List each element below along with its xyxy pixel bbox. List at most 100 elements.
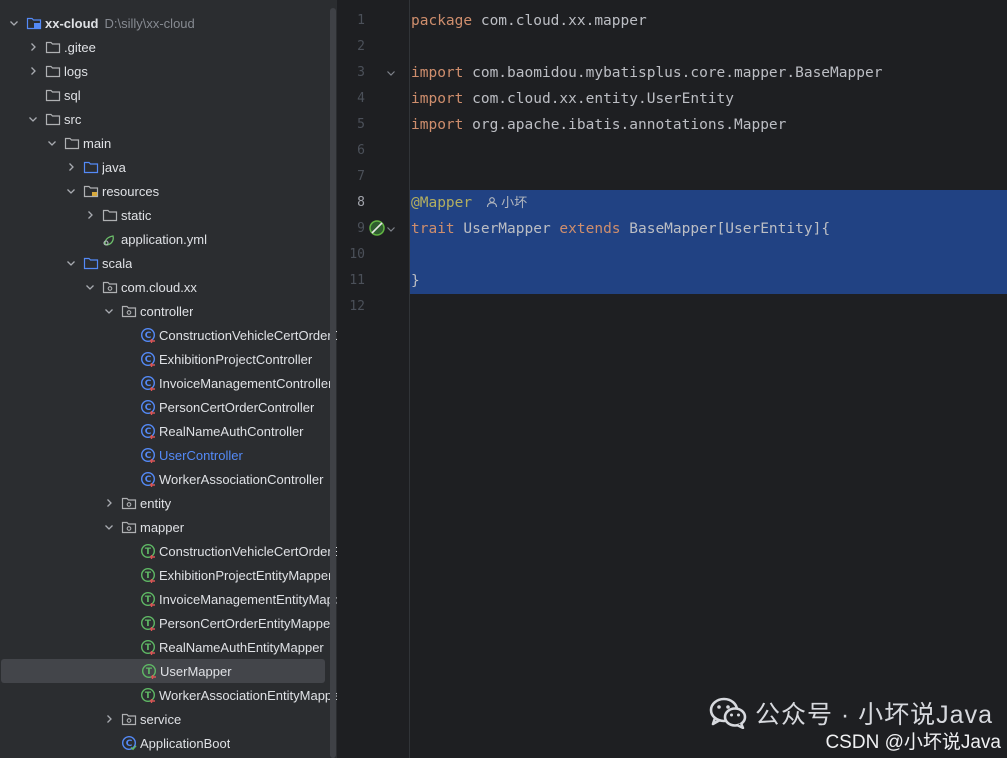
package-icon (121, 519, 137, 535)
tree-file-item[interactable]: application.yml (0, 227, 337, 251)
scala-trait-icon: T (140, 567, 156, 583)
line-number: 5 (357, 117, 365, 132)
chevron-right-icon[interactable] (27, 65, 39, 77)
tree-file-item[interactable]: C ConstructionVehicleCertOrderCo (0, 323, 337, 347)
code-line[interactable]: import org.apache.ibatis.annotations.Map… (410, 112, 786, 138)
folder-icon (45, 63, 61, 79)
tree-folder-item[interactable]: sql (0, 83, 337, 107)
chevron-right-icon[interactable] (84, 209, 96, 221)
tree-file-item[interactable]: T PersonCertOrderEntityMapper (0, 611, 337, 635)
line-number: 6 (357, 143, 365, 158)
chevron-down-icon[interactable] (103, 305, 115, 317)
svg-text:C: C (145, 355, 152, 365)
chevron-down-icon[interactable] (84, 281, 96, 293)
tree-folder-item[interactable]: logs (0, 59, 337, 83)
code-line[interactable] (410, 138, 411, 164)
tree-item-label: scala (102, 255, 133, 271)
tree-folder-item[interactable]: .gitee (0, 35, 337, 59)
source-folder-icon (83, 159, 99, 175)
keyword-token: import (411, 91, 464, 107)
tree-file-item[interactable]: C InvoiceManagementController (0, 371, 337, 395)
chevron-right-icon[interactable] (103, 713, 115, 725)
mybatis-mapper-gutter-icon[interactable] (368, 219, 386, 237)
tree-scrollbar[interactable] (329, 0, 337, 758)
tree-file-item[interactable]: C UserController (0, 443, 337, 467)
chevron-down-icon[interactable] (65, 257, 77, 269)
tree-item-label: static (121, 207, 152, 223)
code-line[interactable] (410, 164, 411, 190)
scala-class-icon: C (140, 423, 156, 439)
line-number: 3 (357, 65, 365, 80)
tree-file-item[interactable]: C ApplicationBoot (0, 731, 337, 755)
svg-text:C: C (145, 403, 152, 413)
tree-folder-item[interactable]: entity (0, 491, 337, 515)
tree-file-item[interactable]: C WorkerAssociationController (0, 467, 337, 491)
chevron-right-icon[interactable] (65, 161, 77, 173)
tree-file-item[interactable]: T WorkerAssociationEntityMappe (0, 683, 337, 707)
resources-folder-icon (83, 183, 99, 199)
chevron-right-icon[interactable] (27, 41, 39, 53)
chevron-down-icon[interactable] (8, 17, 20, 29)
tree-folder-item[interactable]: java (0, 155, 337, 179)
keyword-token: package (411, 13, 473, 29)
tree-file-item[interactable]: T RealNameAuthEntityMapper (0, 635, 337, 659)
tree-folder-item[interactable]: src (0, 107, 337, 131)
tree-file-item[interactable]: C ExhibitionProjectController (0, 347, 337, 371)
fold-chevron-icon[interactable] (385, 223, 397, 235)
scrollbar-thumb[interactable] (330, 8, 336, 758)
watermark: 公众号 · 小坏说Java (709, 695, 993, 731)
keyword-token: trait (411, 221, 455, 237)
tree-folder-item[interactable]: scala (0, 251, 337, 275)
tree-folder-item[interactable]: resources (0, 179, 337, 203)
chevron-down-icon[interactable] (46, 137, 58, 149)
code-line[interactable]: @Mapper 小坏 (410, 190, 527, 216)
wechat-icon (709, 697, 747, 729)
tree-item-label: WorkerAssociationController (159, 471, 324, 487)
tree-file-item[interactable]: T ConstructionVehicleCertOrderEn (0, 539, 337, 563)
tree-item-label: PersonCertOrderEntityMapper (159, 615, 335, 631)
tree-folder-item[interactable]: service (0, 707, 337, 731)
tree-file-item[interactable]: C PersonCertOrderController (0, 395, 337, 419)
tree-folder-item[interactable]: com.cloud.xx (0, 275, 337, 299)
tree-item-label: UserMapper (160, 663, 232, 679)
chevron-down-icon[interactable] (27, 113, 39, 125)
folder-icon (45, 87, 61, 103)
code-line[interactable] (410, 294, 411, 320)
folder-icon (45, 39, 61, 55)
tree-item-label: ApplicationBoot (140, 735, 231, 751)
tree-folder-item[interactable]: controller (0, 299, 337, 323)
package-icon (102, 279, 118, 295)
code-line[interactable]: package com.cloud.xx.mapper (410, 8, 647, 34)
tree-folder-item[interactable]: static (0, 203, 337, 227)
code-token: UserMapper (454, 221, 560, 237)
tree-item-label: mapper (140, 519, 185, 535)
tree-folder-item[interactable]: main (0, 131, 337, 155)
tree-file-item[interactable]: C RealNameAuthController (0, 419, 337, 443)
scala-trait-icon: T (140, 543, 156, 559)
tree-folder-item[interactable]: xx-cloud D:\silly\xx-cloud (0, 11, 337, 35)
line-number: 4 (357, 91, 365, 106)
code-line[interactable]: import com.cloud.xx.entity.UserEntity (410, 86, 734, 112)
code-line[interactable]: trait UserMapper extends BaseMapper[User… (410, 216, 830, 242)
folder-icon (102, 207, 118, 223)
code-line[interactable] (410, 242, 411, 268)
project-tree-panel: xx-cloud D:\silly\xx-cloud .gitee logs sql sr… (0, 0, 337, 758)
tree-file-item[interactable]: T UserMapper (1, 659, 325, 683)
code-line[interactable]: import com.baomidou.mybatisplus.core.map… (410, 60, 882, 86)
code-line[interactable] (410, 34, 411, 60)
line-number: 10 (349, 247, 365, 262)
chevron-down-icon[interactable] (65, 185, 77, 197)
svg-text:C: C (145, 427, 152, 437)
tree-item-label: xx-cloud (45, 15, 99, 31)
keyword-token: import (411, 117, 464, 133)
fold-chevron-icon[interactable] (385, 67, 397, 79)
tree-file-item[interactable]: T InvoiceManagementEntityMapp (0, 587, 337, 611)
tree-folder-item[interactable]: mapper (0, 515, 337, 539)
tree-item-label: sql (64, 87, 81, 103)
code-author-hint[interactable]: 小坏 (486, 190, 527, 216)
chevron-down-icon[interactable] (103, 521, 115, 533)
tree-item-label: InvoiceManagementEntityMapp (159, 591, 337, 607)
tree-file-item[interactable]: T ExhibitionProjectEntityMapper (0, 563, 337, 587)
chevron-right-icon[interactable] (103, 497, 115, 509)
code-line[interactable]: } (410, 268, 420, 294)
